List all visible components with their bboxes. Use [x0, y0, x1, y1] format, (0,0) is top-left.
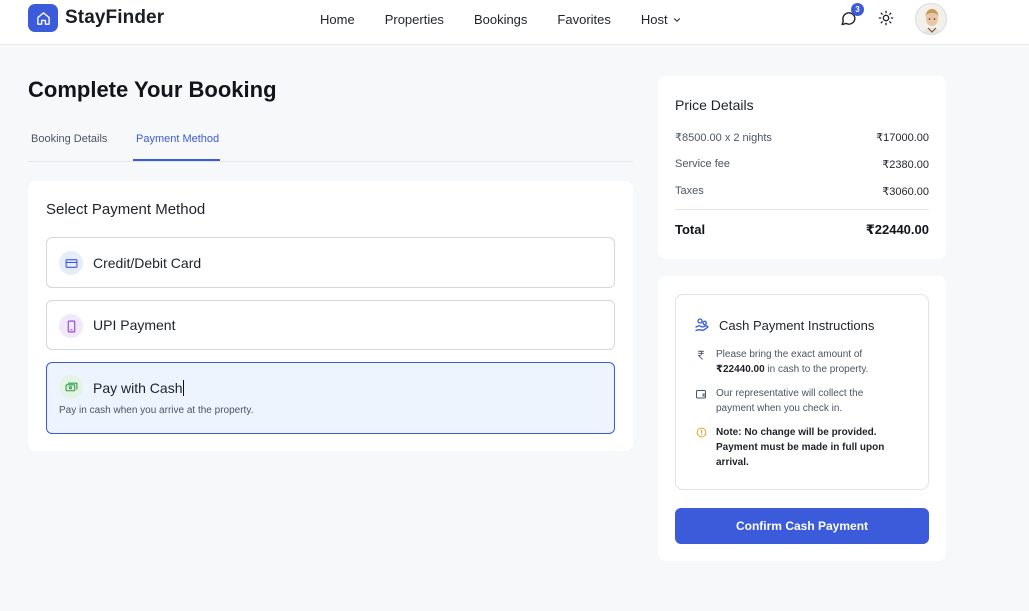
nav-home[interactable]: Home [320, 12, 355, 27]
brand-name: StayFinder [65, 7, 165, 28]
user-avatar[interactable] [915, 3, 947, 35]
price-row-service-fee: Service fee ₹2380.00 [675, 158, 929, 171]
price-row-taxes: Taxes ₹3060.00 [675, 185, 929, 198]
instruction-exact-amount: Please bring the exact amount of ₹22440.0… [694, 347, 868, 377]
note-text: Note: No change will be provided. Paymen… [716, 427, 885, 468]
payment-method-card: Select Payment Method Credit/Debit Card … [28, 181, 633, 451]
home-icon [28, 4, 58, 32]
cash-icon [59, 375, 83, 399]
payment-option-label: UPI Payment [93, 317, 176, 333]
tab-payment-method[interactable]: Payment Method [136, 133, 219, 145]
header-actions: 3 [838, 3, 947, 35]
nav-host[interactable]: Host [641, 12, 682, 27]
brand-logo[interactable]: StayFinder [28, 4, 164, 32]
sun-icon [878, 10, 894, 26]
price-row-value: ₹17000.00 [876, 132, 929, 144]
price-row-label: ₹8500.00 x 2 nights [675, 132, 772, 144]
payment-option-description: Pay in cash when you arrive at the prope… [59, 405, 254, 416]
payment-option-label: Pay with Cash [93, 380, 185, 396]
instruction-text-post: in cash to the property. [764, 364, 869, 375]
hand-coins-icon [695, 318, 709, 331]
cash-payment-card: Cash Payment Instructions Please bring t… [658, 276, 946, 561]
payment-option-cash[interactable]: Pay with Cash Pay in cash when you arriv… [46, 362, 615, 434]
nav-favorites[interactable]: Favorites [557, 12, 610, 27]
divider [675, 209, 929, 210]
message-count-badge: 3 [851, 3, 864, 16]
cash-instructions-box: Cash Payment Instructions Please bring t… [675, 294, 929, 490]
price-row-value: ₹2380.00 [882, 159, 929, 171]
total-label: Total [675, 222, 706, 237]
price-row-label: Service fee [675, 158, 731, 170]
cash-instructions-header: Cash Payment Instructions [694, 317, 874, 333]
rupee-icon [694, 347, 708, 377]
text-cursor [183, 380, 185, 396]
total-value: ₹22440.00 [865, 222, 929, 237]
payment-option-upi[interactable]: UPI Payment [46, 300, 615, 350]
instruction-text-pre: Please bring the exact amount of [716, 349, 863, 360]
nav-bookings[interactable]: Bookings [474, 12, 527, 27]
price-details-title: Price Details [675, 97, 754, 113]
payment-option-card[interactable]: Credit/Debit Card [46, 237, 615, 288]
payment-section-title: Select Payment Method [46, 201, 206, 218]
instruction-amount: ₹22440.00 [716, 364, 765, 375]
price-details-card: Price Details ₹8500.00 x 2 nights ₹17000… [658, 76, 946, 259]
chevron-down-icon [673, 17, 680, 22]
credit-card-icon [59, 251, 83, 275]
price-row-total: Total ₹22440.00 [675, 222, 929, 238]
cash-instructions-title: Cash Payment Instructions [719, 317, 875, 333]
instruction-text: Please bring the exact amount of ₹22440.0… [716, 347, 868, 377]
payment-option-label: Credit/Debit Card [93, 255, 202, 271]
main-nav: Home Properties Bookings Favorites Host [320, 12, 682, 27]
page-title: Complete Your Booking [28, 77, 277, 102]
price-row-nights: ₹8500.00 x 2 nights ₹17000.00 [675, 131, 929, 144]
smartphone-icon [59, 314, 83, 338]
messages-button[interactable]: 3 [838, 3, 864, 28]
nav-properties[interactable]: Properties [385, 12, 444, 27]
instruction-representative: Our representative will collect the paym… [694, 386, 881, 416]
price-row-value: ₹3060.00 [882, 186, 929, 198]
wallet-icon [694, 386, 708, 416]
instruction-note: Note: No change will be provided. Paymen… [694, 425, 901, 470]
alert-circle-icon [694, 425, 708, 470]
nav-host-label: Host [640, 12, 668, 27]
top-navbar: StayFinder Home Properties Bookings Favo… [0, 0, 1029, 45]
confirm-cash-payment-button[interactable]: Confirm Cash Payment [675, 508, 929, 544]
theme-toggle-button[interactable] [876, 8, 896, 28]
instruction-text: Our representative will collect the paym… [716, 388, 864, 414]
tab-booking-details[interactable]: Booking Details [31, 133, 107, 145]
booking-tabs: Booking Details Payment Method [28, 125, 633, 162]
price-row-label: Taxes [675, 185, 704, 197]
payment-option-label-text: Pay with Cash [93, 380, 183, 396]
active-tab-indicator [133, 159, 220, 161]
